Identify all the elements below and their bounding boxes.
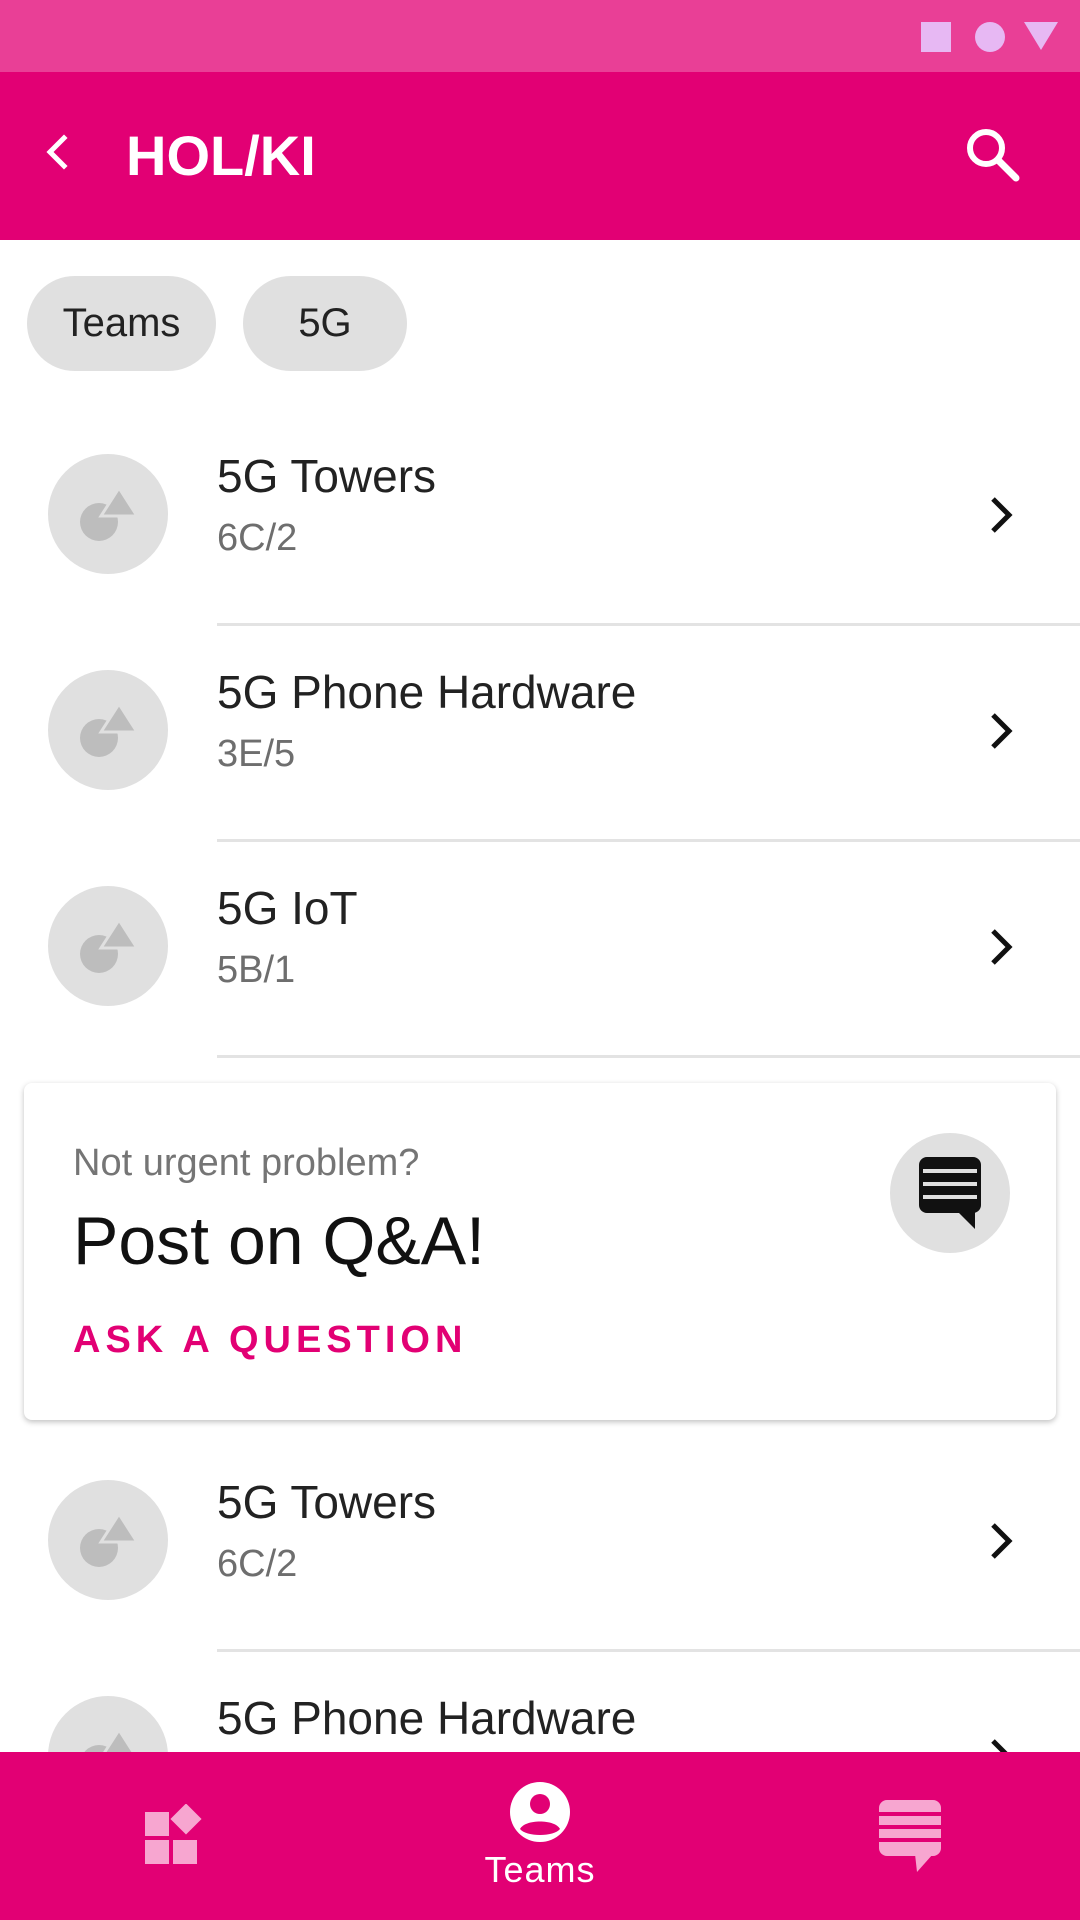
team-location: 6C/2 [217, 517, 298, 559]
status-square-icon [921, 22, 951, 52]
search-button[interactable] [960, 122, 1024, 186]
team-name: 5G Towers [217, 450, 437, 502]
list-item[interactable]: 5G Towers 6C/2 [0, 410, 1080, 626]
account-circle-icon [510, 1782, 570, 1842]
bottom-navigation: Teams [0, 1752, 1080, 1920]
nav-item-apps[interactable] [110, 1752, 240, 1920]
team-location: 6C/2 [217, 1543, 298, 1585]
team-location: 5B/1 [217, 949, 296, 991]
nav-item-qa[interactable] [845, 1752, 975, 1920]
team-avatar [48, 454, 168, 574]
nav-label-teams: Teams [484, 1849, 596, 1890]
team-name: 5G Phone Hardware [217, 666, 637, 718]
forum-icon [879, 1800, 941, 1872]
shapes-placeholder-icon [80, 701, 140, 757]
page-title: HOL/KI [126, 124, 316, 187]
qa-card-headline: Post on Q&A! [73, 1203, 485, 1279]
team-avatar [48, 670, 168, 790]
filter-chip-5g[interactable]: 5G [243, 276, 407, 371]
list-item[interactable]: 5G IoT 5B/1 [0, 842, 1080, 1058]
search-icon [967, 129, 1020, 182]
team-avatar [48, 1480, 168, 1600]
team-name: 5G Towers [217, 1476, 437, 1528]
team-name: 5G IoT [217, 882, 358, 934]
app-bar: HOL/KI [0, 72, 1080, 240]
ask-question-button[interactable]: ASK A QUESTION [73, 1315, 467, 1365]
list-item[interactable]: 5G Towers 6C/2 [0, 1436, 1080, 1652]
shapes-placeholder-icon [80, 485, 140, 541]
chat-bubble-icon [919, 1157, 981, 1229]
chevron-right-icon [975, 916, 1025, 978]
filter-chip-teams[interactable]: Teams [27, 276, 216, 371]
qa-card-icon-badge [890, 1133, 1010, 1253]
qa-card-kicker: Not urgent problem? [73, 1142, 420, 1184]
chevron-right-icon [975, 484, 1025, 546]
status-circle-icon [975, 22, 1005, 52]
list-item[interactable]: 5G Phone Hardware 3E/5 [0, 626, 1080, 842]
team-location: 3E/5 [217, 733, 296, 775]
team-avatar [48, 886, 168, 1006]
chevron-right-icon [975, 700, 1025, 762]
back-button[interactable] [30, 124, 86, 180]
nav-item-teams[interactable]: Teams [450, 1752, 630, 1920]
status-bar [0, 0, 1080, 72]
chevron-left-icon [46, 134, 68, 170]
chevron-right-icon [975, 1510, 1025, 1572]
shapes-placeholder-icon [80, 1511, 140, 1567]
divider [217, 1055, 1080, 1058]
team-name: 5G Phone Hardware [217, 1692, 637, 1744]
apps-icon [145, 1804, 202, 1864]
status-triangle-icon [1024, 22, 1058, 50]
shapes-placeholder-icon [80, 917, 140, 973]
qa-promo-card: Not urgent problem? Post on Q&A! ASK A Q… [24, 1083, 1056, 1420]
